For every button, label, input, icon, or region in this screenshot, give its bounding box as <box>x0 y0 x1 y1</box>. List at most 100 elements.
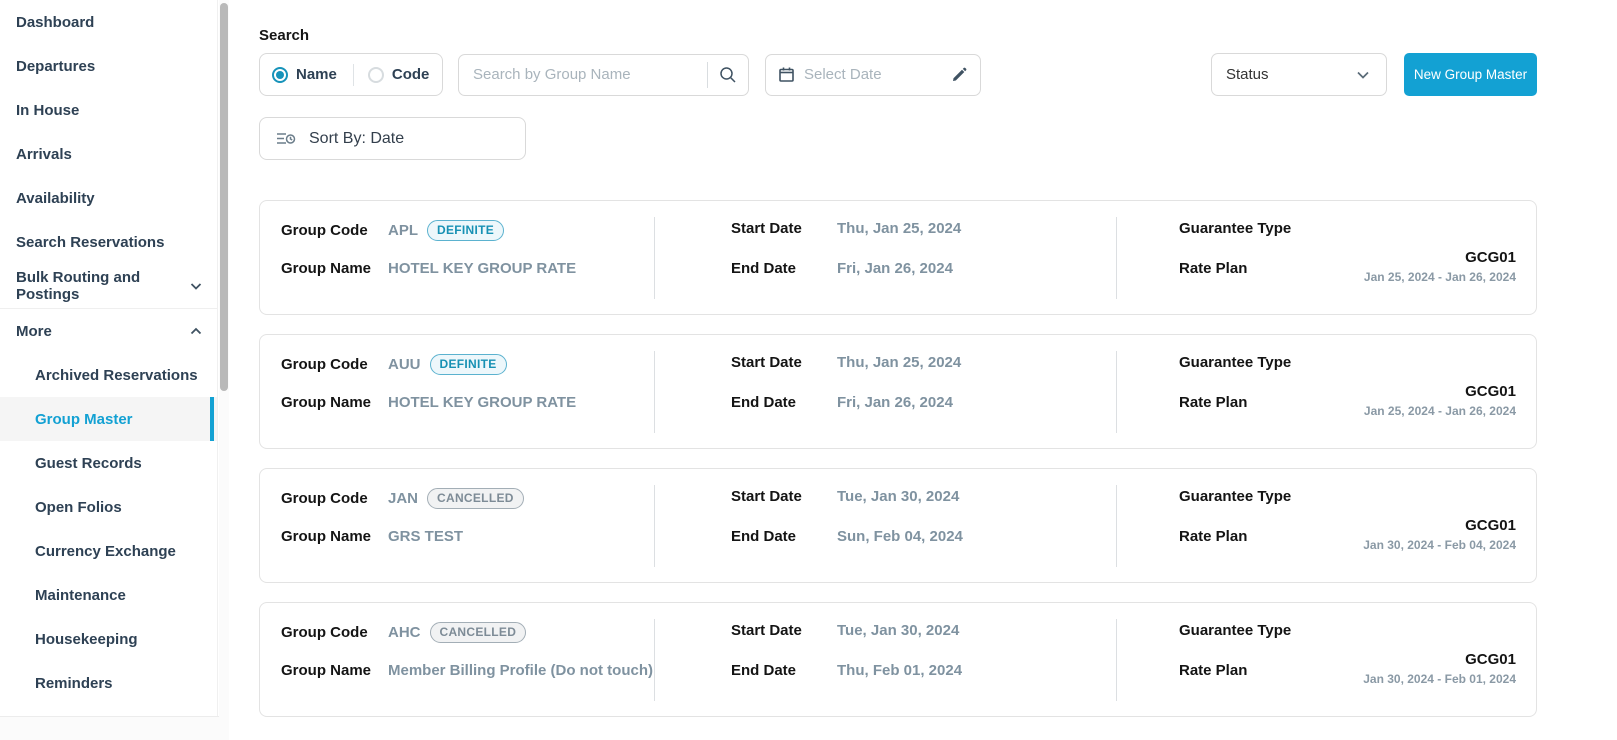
group-name-label: Group Name <box>281 528 388 545</box>
group-master-page: Search Name Code <box>229 0 1617 740</box>
search-input[interactable] <box>473 66 707 83</box>
end-date-value: Fri, Jan 26, 2024 <box>837 260 953 277</box>
sidebar-item-label: Availability <box>16 190 95 207</box>
new-group-master-button[interactable]: New Group Master <box>1404 53 1537 96</box>
sort-by-label: Sort By: Date <box>309 130 404 148</box>
sort-by-button[interactable]: Sort By: Date <box>259 117 526 160</box>
rate-plan-summary: GCG01 Jan 25, 2024 - Jan 26, 2024 <box>1364 383 1516 418</box>
card-divider <box>1116 217 1117 299</box>
group-card[interactable]: Group CodeAUUDEFINITE Group NameHOTEL KE… <box>259 334 1537 449</box>
sidebar-item-bulk-routing[interactable]: Bulk Routing and Postings <box>0 264 217 308</box>
rate-plan-summary: GCG01 Jan 30, 2024 - Feb 04, 2024 <box>1363 517 1516 552</box>
card-divider <box>1116 351 1117 433</box>
rate-plan-label: Rate Plan <box>1179 528 1247 545</box>
group-code-value: APL <box>388 222 418 239</box>
status-badge: CANCELLED <box>430 622 527 643</box>
card-divider <box>654 217 655 299</box>
group-code-label: Group Code <box>281 222 388 239</box>
status-badge: DEFINITE <box>430 354 507 375</box>
sidebar-item-currency-exchange[interactable]: Currency Exchange <box>0 529 217 573</box>
group-master-list: Group CodeAPLDEFINITE Group NameHOTEL KE… <box>259 200 1537 717</box>
group-code-value: JAN <box>388 490 418 507</box>
rate-plan-label: Rate Plan <box>1179 394 1247 411</box>
sidebar-item-guest-records[interactable]: Guest Records <box>0 441 217 485</box>
end-date-value: Sun, Feb 04, 2024 <box>837 528 963 545</box>
sidebar-item-dashboard[interactable]: Dashboard <box>0 0 217 44</box>
sidebar-nav: Dashboard Departures In House Arrivals A… <box>0 0 218 716</box>
rate-plan-code: GCG01 <box>1363 651 1516 669</box>
group-name-value: Member Billing Profile (Do not touch) <box>388 662 653 679</box>
sidebar-item-open-folios[interactable]: Open Folios <box>0 485 217 529</box>
sidebar-item-label: Currency Exchange <box>35 543 176 560</box>
group-card[interactable]: Group CodeAPLDEFINITE Group NameHOTEL KE… <box>259 200 1537 315</box>
radio-unselected-icon[interactable] <box>368 67 384 83</box>
sidebar-scrollbar-thumb[interactable] <box>220 3 228 391</box>
chevron-down-icon <box>1354 66 1372 84</box>
group-code-value: AHC <box>388 624 421 641</box>
group-name-label: Group Name <box>281 662 388 679</box>
sidebar-item-reminders[interactable]: Reminders <box>0 661 217 705</box>
status-badge: CANCELLED <box>427 488 524 509</box>
sidebar-item-search-reservations[interactable]: Search Reservations <box>0 220 217 264</box>
end-date-value: Fri, Jan 26, 2024 <box>837 394 953 411</box>
sidebar-item-maintenance[interactable]: Maintenance <box>0 573 217 617</box>
group-card[interactable]: Group CodeJAN CANCELLED Group NameGRS TES… <box>259 468 1537 583</box>
card-divider <box>654 485 655 567</box>
group-name-value: GRS TEST <box>388 528 463 545</box>
group-card[interactable]: Group CodeAHC CANCELLED Group NameMember … <box>259 602 1537 717</box>
group-name-label: Group Name <box>281 260 388 277</box>
group-code-label: Group Code <box>281 490 388 507</box>
rate-plan-dates: Jan 30, 2024 - Feb 04, 2024 <box>1363 538 1516 552</box>
chevron-up-icon <box>189 324 203 338</box>
card-divider <box>654 351 655 433</box>
sidebar-item-archived-reservations[interactable]: Archived Reservations <box>0 353 217 397</box>
status-dropdown[interactable]: Status <box>1211 53 1387 96</box>
end-date-label: End Date <box>731 662 837 679</box>
radio-code[interactable]: Code <box>368 66 430 83</box>
start-date-label: Start Date <box>731 488 837 505</box>
sidebar-item-group-master[interactable]: Group Master <box>0 397 217 441</box>
sort-date-icon <box>276 131 296 147</box>
edit-pencil-icon[interactable] <box>951 66 968 83</box>
sidebar-item-arrivals[interactable]: Arrivals <box>0 132 217 176</box>
sidebar-item-label: Departures <box>16 58 95 75</box>
group-code-label: Group Code <box>281 624 388 641</box>
guarantee-type-label: Guarantee Type <box>1179 622 1291 639</box>
card-divider <box>1116 619 1117 701</box>
start-date-value: Tue, Jan 30, 2024 <box>837 622 959 639</box>
guarantee-type-label: Guarantee Type <box>1179 354 1291 371</box>
rate-plan-label: Rate Plan <box>1179 260 1247 277</box>
sidebar-item-label: Reminders <box>35 675 113 692</box>
sidebar-item-label: Maintenance <box>35 587 126 604</box>
sidebar-item-departures[interactable]: Departures <box>0 44 217 88</box>
sidebar-item-label: Bulk Routing and Postings <box>16 269 189 303</box>
sidebar-item-in-house[interactable]: In House <box>0 88 217 132</box>
date-filter-field[interactable]: Select Date <box>765 54 981 96</box>
search-icon[interactable] <box>718 65 738 85</box>
chevron-down-icon <box>189 279 203 293</box>
rate-plan-code: GCG01 <box>1364 249 1516 267</box>
radio-code-label: Code <box>392 66 430 83</box>
sidebar-item-label: Open Folios <box>35 499 122 516</box>
radio-name[interactable]: Name <box>272 66 337 83</box>
search-controls-row: Name Code <box>259 53 1537 96</box>
sidebar-item-housekeeping[interactable]: Housekeeping <box>0 617 217 661</box>
rate-plan-dates: Jan 30, 2024 - Feb 01, 2024 <box>1363 672 1516 686</box>
sidebar-scrollbar-track[interactable] <box>219 0 229 717</box>
sidebar-item-label: In House <box>16 102 79 119</box>
date-placeholder: Select Date <box>804 66 942 83</box>
group-code-label: Group Code <box>281 356 388 373</box>
sidebar-item-availability[interactable]: Availability <box>0 176 217 220</box>
start-date-label: Start Date <box>731 220 837 237</box>
card-divider <box>654 619 655 701</box>
sidebar-item-label: Guest Records <box>35 455 142 472</box>
rate-plan-code: GCG01 <box>1364 383 1516 401</box>
sidebar-item-more[interactable]: More <box>0 309 217 353</box>
search-section-title: Search <box>259 27 1537 44</box>
end-date-label: End Date <box>731 260 837 277</box>
start-date-label: Start Date <box>731 622 837 639</box>
rate-plan-dates: Jan 25, 2024 - Jan 26, 2024 <box>1364 270 1516 284</box>
radio-selected-icon[interactable] <box>272 67 288 83</box>
group-name-value: HOTEL KEY GROUP RATE <box>388 394 576 411</box>
sidebar-item-label: Archived Reservations <box>35 367 198 384</box>
